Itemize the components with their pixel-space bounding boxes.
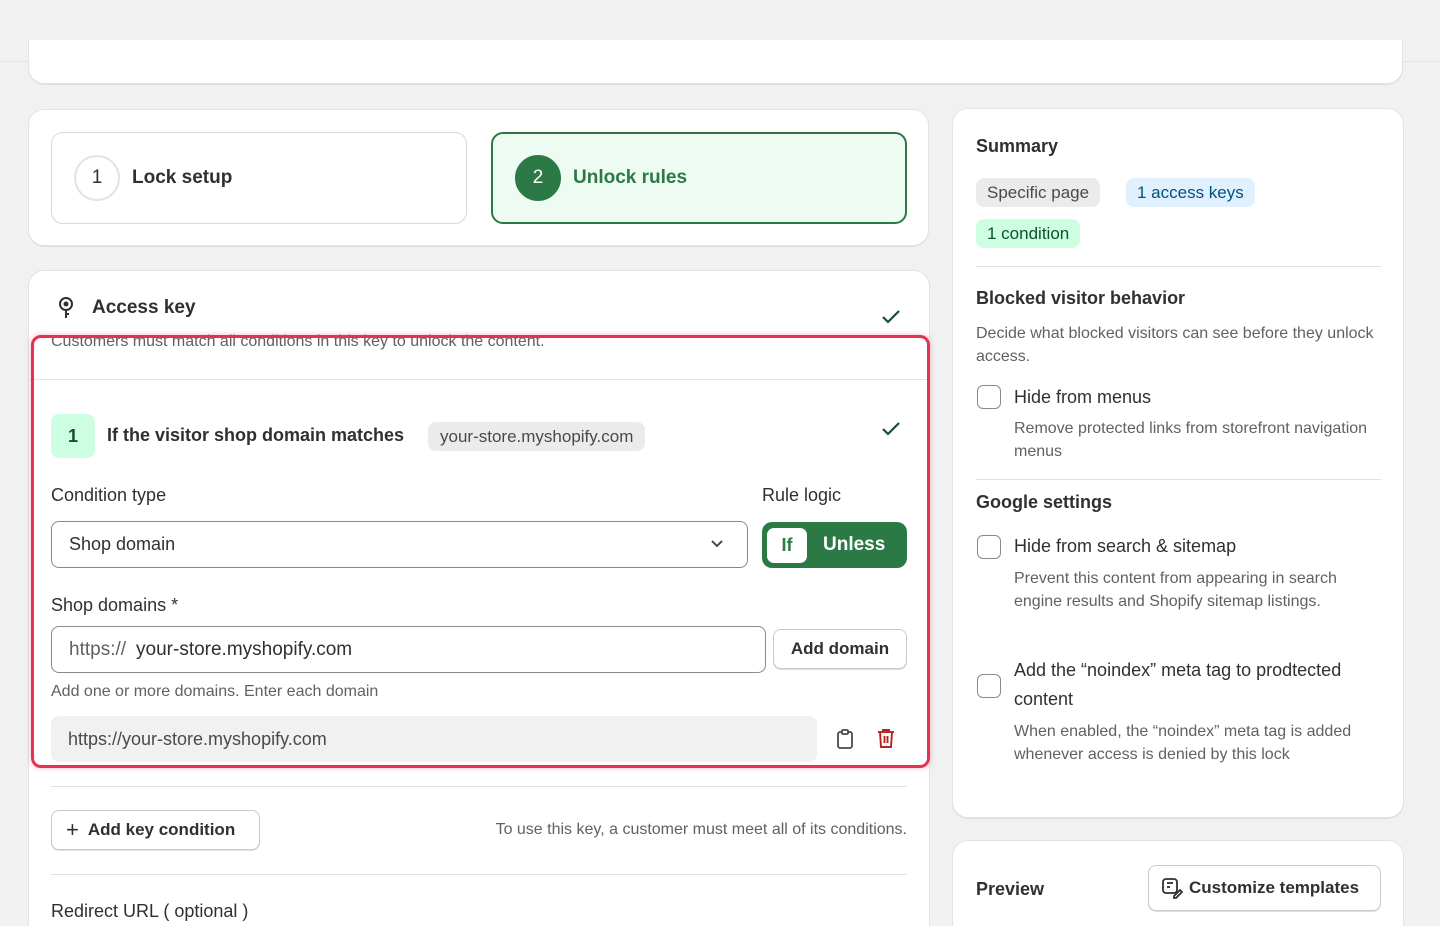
customize-templates-button[interactable]: Customize templates xyxy=(1148,865,1381,911)
condition-number: 1 xyxy=(51,414,95,458)
divider xyxy=(976,266,1381,267)
access-key-title: Access key xyxy=(92,297,196,318)
domain-help-text: Add one or more domains. Enter each doma… xyxy=(51,683,379,700)
condition-domain-pill: your-store.myshopify.com xyxy=(428,422,646,451)
rule-logic-toggle[interactable]: If Unless xyxy=(762,522,907,568)
check-icon[interactable] xyxy=(881,421,901,437)
add-key-condition-button[interactable]: + Add key condition xyxy=(51,810,260,850)
hide-menus-help: Remove protected links from storefront n… xyxy=(1014,420,1368,460)
trash-icon[interactable] xyxy=(876,727,896,749)
clipboard-icon[interactable] xyxy=(835,728,855,750)
rule-logic-label: Rule logic xyxy=(762,485,842,505)
divider xyxy=(51,874,907,875)
access-key-description: Customers must match all conditions in t… xyxy=(51,333,545,350)
template-edit-icon xyxy=(1162,878,1183,899)
add-domain-button[interactable]: Add domain xyxy=(773,629,907,669)
logic-unless-option[interactable]: Unless xyxy=(823,534,885,556)
logic-if-option[interactable]: If xyxy=(767,527,807,563)
redirect-url-label: Redirect URL ( optional ) xyxy=(51,901,249,921)
plus-icon: + xyxy=(66,817,79,842)
top-card xyxy=(28,40,1403,84)
condition-title: If the visitor shop domain matches xyxy=(107,425,405,445)
domain-list-item: https://your-store.myshopify.com xyxy=(51,716,817,762)
google-settings-title: Google settings xyxy=(976,492,1113,512)
divider xyxy=(51,786,907,787)
check-icon xyxy=(882,310,900,324)
noindex-help: When enabled, the “noindex” meta tag is … xyxy=(1014,723,1352,763)
summary-title: Summary xyxy=(976,136,1059,156)
key-icon xyxy=(59,297,73,318)
condition-note: To use this key, a customer must meet al… xyxy=(495,821,907,838)
badge-scope: Specific page xyxy=(976,178,1101,207)
condition-type-label: Condition type xyxy=(51,485,167,505)
summary-card: Summary Specific page 1 access keys 1 co… xyxy=(952,108,1404,818)
divider xyxy=(29,379,929,380)
hide-menus-label: Hide from menus xyxy=(1014,387,1152,407)
add-key-condition-label: Add key condition xyxy=(87,820,236,839)
blocked-behavior-desc: Decide what blocked visitors can see bef… xyxy=(976,325,1374,365)
domain-value: your-store.myshopify.com xyxy=(136,638,353,660)
step-number: 2 xyxy=(515,155,561,201)
step-unlock-rules[interactable]: 2 Unlock rules xyxy=(491,132,907,224)
customize-templates-label: Customize templates xyxy=(1189,878,1360,897)
preview-card: Preview Customize templates xyxy=(952,840,1404,926)
hide-search-help: Prevent this content from appearing in s… xyxy=(1014,570,1337,610)
badge-access-keys: 1 access keys xyxy=(1126,178,1255,207)
divider xyxy=(976,479,1381,480)
badge-conditions: 1 condition xyxy=(976,219,1081,248)
hide-search-label: Hide from search & sitemap xyxy=(1014,536,1237,556)
step-label: Lock setup xyxy=(132,167,233,188)
shop-domain-input[interactable]: https:// your-store.myshopify.com xyxy=(51,626,766,673)
access-key-card: Access key Customers must match all cond… xyxy=(28,270,930,926)
condition-type-select[interactable]: Shop domain xyxy=(51,521,748,568)
blocked-behavior-title: Blocked visitor behavior xyxy=(976,288,1186,308)
chevron-down-icon xyxy=(711,540,723,548)
step-lock-setup[interactable]: 1 Lock setup xyxy=(51,132,467,224)
condition-type-value: Shop domain xyxy=(69,534,176,554)
step-number: 1 xyxy=(74,155,120,201)
step-label: Unlock rules xyxy=(573,167,688,188)
noindex-checkbox[interactable] xyxy=(977,674,1001,698)
hide-search-checkbox[interactable] xyxy=(977,535,1001,559)
hide-menus-checkbox[interactable] xyxy=(977,385,1001,409)
noindex-label: Add the “noindex” meta tag to prodtected… xyxy=(1014,660,1342,709)
domain-prefix: https:// xyxy=(69,638,127,660)
steps-card: 1 Lock setup 2 Unlock rules xyxy=(28,109,929,246)
shop-domains-label: Shop domains * xyxy=(51,595,179,615)
preview-title: Preview xyxy=(976,879,1045,899)
